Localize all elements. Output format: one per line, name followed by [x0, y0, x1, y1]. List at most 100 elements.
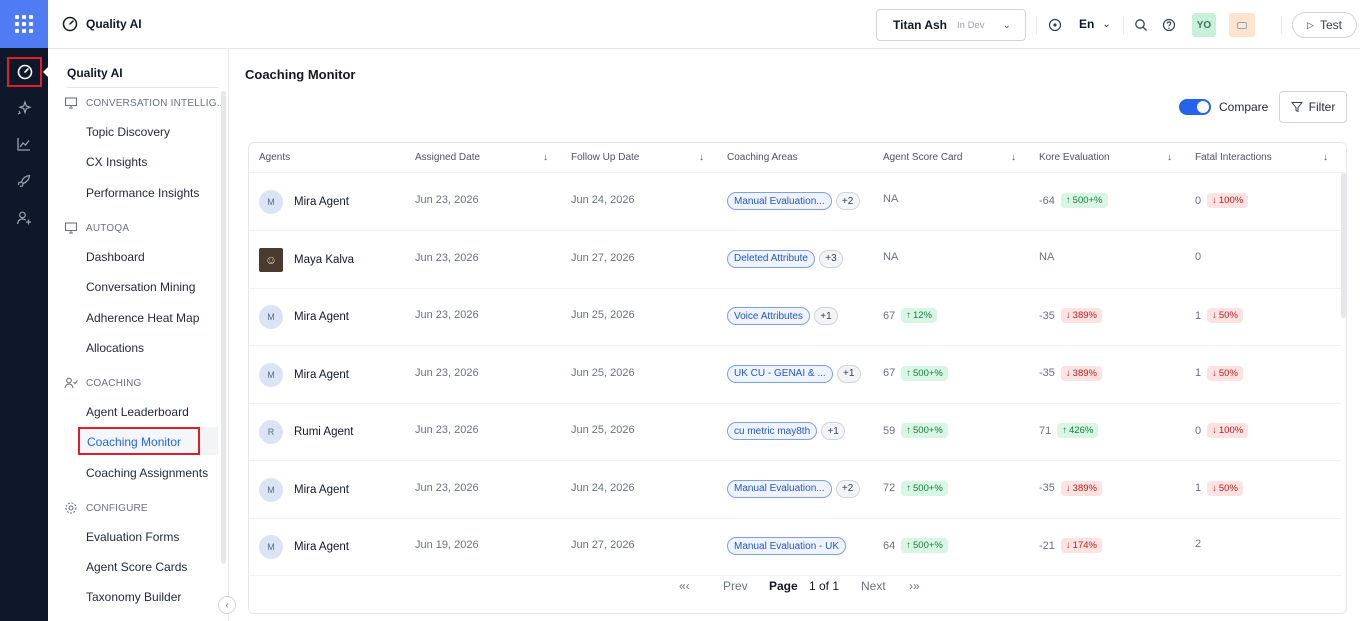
- test-button[interactable]: ▷ Test: [1292, 12, 1357, 38]
- table-row[interactable]: ☺ Maya Kalva Jun 23, 2026 Jun 27, 2026 Delet…: [249, 231, 1341, 289]
- quality-ai-rail-button[interactable]: [7, 57, 42, 87]
- section-autoqa[interactable]: AUTOQA: [64, 221, 129, 235]
- table-row[interactable]: M Mira Agent Jun 23, 2026 Jun 24, 2026 Manua…: [249, 173, 1341, 231]
- agent-cell[interactable]: R Rumi Agent: [259, 420, 353, 444]
- badge-value: 389%: [1072, 310, 1097, 321]
- agent-cell[interactable]: ☺ Maya Kalva: [259, 247, 354, 272]
- filter-button[interactable]: Filter: [1279, 91, 1347, 123]
- coaching-areas-cell: Manual Evaluation... +2: [727, 192, 860, 210]
- badge-value: 426%: [1069, 425, 1094, 436]
- sparkle-icon: [17, 100, 32, 115]
- column-header-assigned-date[interactable]: Assigned Date: [415, 152, 480, 163]
- column-header-kore-evaluation[interactable]: Kore Evaluation: [1039, 152, 1110, 163]
- column-header-agent-score-card[interactable]: Agent Score Card: [883, 152, 963, 163]
- table-row[interactable]: R Rumi Agent Jun 23, 2026 Jun 25, 2026 cu me…: [249, 403, 1341, 461]
- prev-page-button[interactable]: Prev: [723, 579, 769, 593]
- fatal-count: 1: [1195, 309, 1202, 322]
- arrow-down-icon: ↓: [1065, 540, 1071, 551]
- last-page-button[interactable]: ›»: [909, 579, 920, 593]
- assigned-date: Jun 23, 2026: [415, 424, 479, 436]
- user-avatar[interactable]: YO: [1192, 13, 1216, 37]
- table-row[interactable]: M Mira Agent Jun 23, 2026 Jun 24, 2026 Manua…: [249, 461, 1341, 519]
- sort-arrow-icon[interactable]: ↓: [1011, 152, 1016, 163]
- sidebar-item-adherence-heat-map[interactable]: Adherence Heat Map: [86, 311, 199, 325]
- sidebar-item-allocations[interactable]: Allocations: [86, 341, 144, 355]
- arrow-up-icon: ↑: [906, 482, 911, 494]
- sort-arrow-icon[interactable]: ↓: [699, 152, 704, 163]
- agent-cell[interactable]: M Mira Agent: [259, 305, 349, 329]
- sparkle-rail-button[interactable]: [13, 97, 35, 119]
- column-header-follow-up-date[interactable]: Follow Up Date: [571, 152, 639, 163]
- coaching-area-chip[interactable]: Deleted Attribute: [727, 249, 815, 268]
- sidebar-item-performance-insights[interactable]: Performance Insights: [86, 186, 199, 200]
- badge-value: 174%: [1072, 540, 1097, 551]
- follow-up-date: Jun 24, 2026: [571, 194, 635, 206]
- first-page-button[interactable]: «‹: [679, 579, 723, 593]
- sidebar-item-agent-score-cards[interactable]: Agent Score Cards: [86, 560, 187, 574]
- agent-cell[interactable]: M Mira Agent: [259, 477, 349, 502]
- more-areas-chip[interactable]: +3: [818, 249, 843, 268]
- coaching-area-chip[interactable]: Manual Evaluation - UK: [727, 537, 847, 555]
- section-conversation-intelligence[interactable]: CONVERSATION INTELLIG...: [64, 96, 226, 110]
- sidebar-scrollbar[interactable]: [221, 91, 226, 564]
- apps-grid-button[interactable]: [0, 0, 48, 48]
- agent-score-cell: 64 ↑ 500+%: [883, 538, 948, 553]
- avatar: M: [259, 535, 283, 559]
- sidebar-item-coaching-monitor[interactable]: Coaching Monitor: [78, 427, 200, 455]
- agent-name: Rumi Agent: [294, 426, 354, 438]
- agent-cell[interactable]: M Mira Agent: [259, 535, 349, 559]
- help-button[interactable]: [1161, 17, 1177, 33]
- arrow-up-icon: ↑: [906, 310, 911, 321]
- coaching-table: Agents Assigned Date ↓ Follow Up Date ↓ …: [248, 142, 1347, 614]
- section-configure[interactable]: CONFIGURE: [64, 501, 148, 515]
- more-areas-chip[interactable]: +2: [835, 479, 860, 498]
- badge-value: 500+%: [913, 482, 943, 494]
- agent-name: Mira Agent: [294, 311, 349, 323]
- search-button[interactable]: [1133, 17, 1149, 33]
- sort-arrow-icon[interactable]: ↓: [1323, 152, 1328, 163]
- arrow-down-icon: ↓: [1065, 482, 1071, 494]
- more-areas-chip[interactable]: +2: [835, 192, 860, 210]
- sidebar-item-topic-discovery[interactable]: Topic Discovery: [86, 125, 170, 139]
- sidebar-item-taxonomy-builder[interactable]: Taxonomy Builder: [86, 590, 181, 604]
- coaching-area-chip[interactable]: Manual Evaluation...: [727, 479, 832, 498]
- badge-value: 500+%: [1072, 195, 1103, 206]
- fatal-count: 0: [1195, 250, 1202, 263]
- sidebar-item-agent-leaderboard[interactable]: Agent Leaderboard: [86, 405, 189, 419]
- launch-rail-button[interactable]: [13, 170, 35, 192]
- add-user-rail-button[interactable]: [13, 207, 35, 229]
- bot-avatar[interactable]: [1229, 13, 1255, 37]
- table-row[interactable]: M Mira Agent Jun 23, 2026 Jun 25, 2026 Voice…: [249, 288, 1341, 346]
- trend-badge: ↓ 50%: [1207, 365, 1243, 381]
- more-areas-chip[interactable]: +1: [821, 422, 846, 440]
- agent-cell[interactable]: M Mira Agent: [259, 362, 349, 387]
- more-areas-chip[interactable]: +1: [813, 307, 838, 325]
- language-selector[interactable]: En ⌄: [1079, 17, 1111, 31]
- more-areas-chip[interactable]: +1: [836, 364, 861, 383]
- coaching-area-chip[interactable]: Manual Evaluation...: [727, 192, 832, 210]
- coaching-area-chip[interactable]: cu metric may8th: [727, 422, 818, 440]
- sidebar-item-cx-insights[interactable]: CX Insights: [86, 155, 147, 169]
- section-label: CONFIGURE: [86, 502, 148, 514]
- table-scrollbar[interactable]: [1341, 173, 1346, 318]
- coaching-area-chip[interactable]: Voice Attributes: [727, 307, 810, 325]
- coaching-area-chip[interactable]: UK CU - GENAI & ...: [727, 364, 833, 383]
- agent-cell[interactable]: M Mira Agent: [259, 190, 349, 214]
- compare-toggle[interactable]: [1179, 99, 1211, 115]
- workspace-selector[interactable]: Titan Ash In Dev ⌄: [876, 9, 1026, 41]
- help-icon: [1162, 18, 1176, 32]
- section-coaching[interactable]: COACHING: [64, 376, 142, 390]
- sidebar-item-conversation-mining[interactable]: Conversation Mining: [86, 280, 195, 294]
- sidebar-item-dashboard[interactable]: Dashboard: [86, 250, 145, 264]
- table-row[interactable]: M Mira Agent Jun 23, 2026 Jun 25, 2026 UK CU…: [249, 346, 1341, 404]
- sort-arrow-icon[interactable]: ↓: [1167, 152, 1172, 163]
- sidebar-item-evaluation-forms[interactable]: Evaluation Forms: [86, 530, 179, 544]
- history-button[interactable]: [1047, 17, 1063, 33]
- next-page-button[interactable]: Next: [861, 579, 909, 593]
- analytics-rail-button[interactable]: [13, 133, 35, 155]
- kore-evaluation-cell: -35 ↓ 389%: [1039, 365, 1102, 381]
- column-header-fatal-interactions[interactable]: Fatal Interactions: [1195, 152, 1272, 163]
- table-row[interactable]: M Mira Agent Jun 19, 2026 Jun 27, 2026 Manua…: [249, 518, 1341, 576]
- sort-arrow-icon[interactable]: ↓: [543, 152, 548, 163]
- sidebar-item-coaching-assignments[interactable]: Coaching Assignments: [86, 466, 208, 480]
